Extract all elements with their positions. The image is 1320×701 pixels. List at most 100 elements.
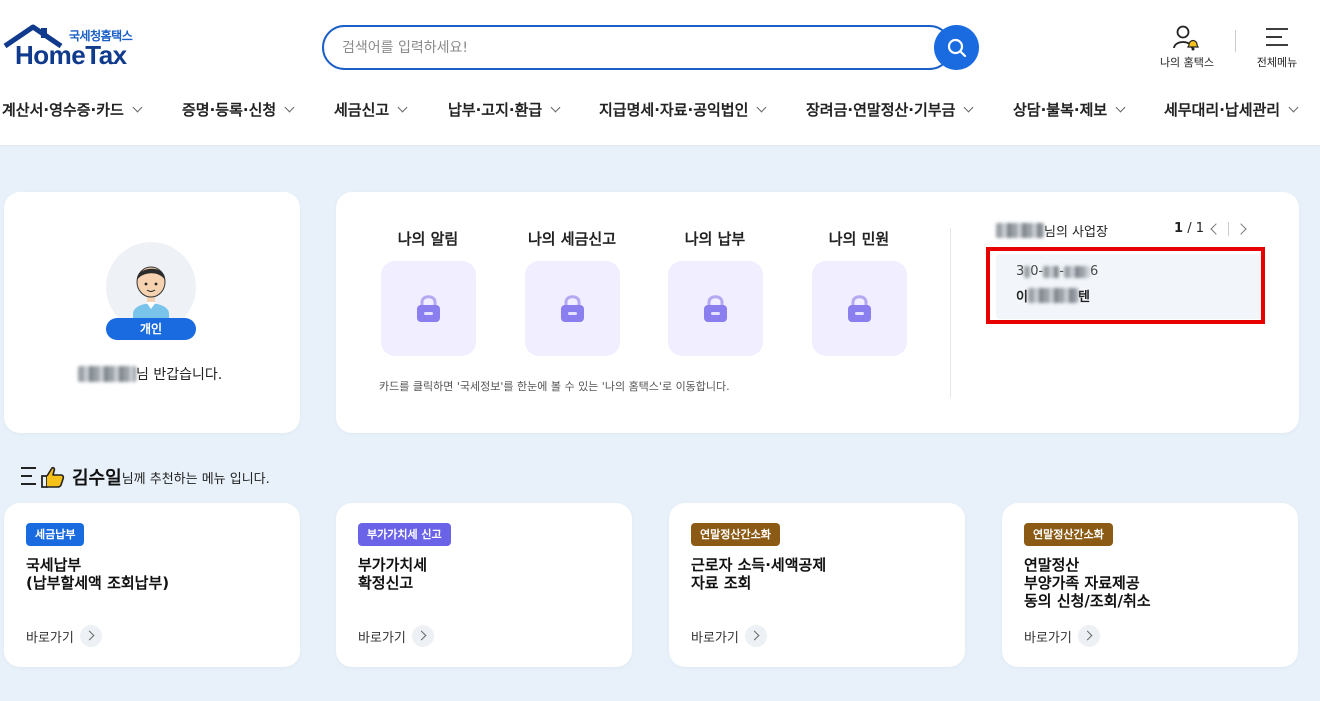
chevron-right-icon [1077,625,1100,647]
my-payments[interactable]: 나의 납부 [660,228,770,356]
my-notifications[interactable]: 나의 알림 [373,228,483,356]
nav-label: 상담·불복·제보 [1013,100,1108,119]
lock-icon [560,295,584,322]
nav-label: 세금신고 [334,100,390,119]
recommend-menu-icon [21,466,65,488]
recommend-card-tax-payment[interactable]: 세금납부 국세납부 (납부할세액 조회납부) 바로가기 [4,503,300,667]
business-pager: 1 / 1 [1174,221,1247,236]
my-item-title: 나의 알림 [397,230,459,248]
chevron-down-icon [963,102,974,112]
recommend-card-title: 연말정산 부양가족 자료제공 동의 신청/조회/취소 [1024,556,1151,610]
nav-label: 계산서·영수증·카드 [2,100,124,119]
search-button[interactable] [934,25,979,70]
page-total: / 1 [1187,221,1204,236]
my-item-title: 나의 납부 [684,230,746,248]
recommend-card-dependents[interactable]: 연말정산간소화 연말정산 부양가족 자료제공 동의 신청/조회/취소 바로가기 [1002,503,1298,667]
all-menu-label: 전체메뉴 [1256,56,1298,69]
profile-card: 개인 님 반갑습니다. [4,192,300,433]
goto-link[interactable]: 바로가기 [691,625,767,647]
chevron-left-icon[interactable] [1210,222,1222,235]
pager-divider [1227,221,1229,236]
recommend-card-deduction[interactable]: 연말정산간소화 근로자 소득·세액공제 자료 조회 바로가기 [669,503,965,667]
my-hometax-label: 나의 홈택스 [1159,56,1215,69]
highlight-box [986,247,1265,324]
page-current: 1 [1174,221,1184,236]
hometax-logo[interactable]: 국세청홈택스 HomeTax [3,24,143,72]
my-item-box[interactable] [667,261,763,356]
chevron-down-icon [132,102,143,112]
chevron-down-icon [397,102,408,112]
greeting-text: 님 반갑습니다. [78,364,222,384]
lock-icon [703,295,727,322]
search-icon [947,38,966,57]
category-tag: 부가가치세 신고 [358,523,451,546]
chevron-right-icon [744,625,767,647]
goto-label: 바로가기 [691,630,739,646]
nav-label: 세무대리·납세관리 [1164,100,1281,119]
masked-user-name [78,366,136,382]
nav-item-tax-return[interactable]: 세금신고 [334,96,408,122]
lock-icon [847,295,871,322]
chevron-down-icon [756,102,767,112]
nav-label: 증명·등록·신청 [182,100,277,119]
chevron-down-icon [1288,102,1299,112]
logo-title: HomeTax [15,40,127,70]
masked-owner-name [996,223,1044,238]
search-input[interactable] [342,37,902,59]
nav-item-certificate[interactable]: 증명·등록·신청 [182,96,295,122]
my-hometax-card: 나의 알림 나의 세금신고 나의 납부 나의 민원 카드를 클릭하면 '국세정보… [336,192,1299,433]
lock-icon [416,295,440,322]
recommend-user-name: 김수일 [72,468,122,489]
my-item-box[interactable] [811,261,907,356]
chevron-right-icon [411,625,434,647]
nav-item-consult[interactable]: 상담·불복·제보 [1013,96,1126,122]
hamburger-icon [1266,28,1288,46]
my-hometax-button[interactable]: 나의 홈택스 [1152,24,1222,72]
recommend-card-vat[interactable]: 부가가치세 신고 부가가치세 확정신고 바로가기 [336,503,632,667]
recommend-card-title: 국세납부 (납부할세액 조회납부) [26,556,170,592]
my-item-box[interactable] [524,261,620,356]
recommend-title: 김수일 님께 추천하는 메뉴 입니다. [20,464,270,490]
goto-link[interactable]: 바로가기 [1024,625,1100,647]
search-box [322,25,952,70]
nav-label: 장려금·연말정산·기부금 [806,100,956,119]
business-title: 님의 사업장 [996,221,1108,240]
category-tag: 연말정산간소화 [1024,523,1113,546]
category-tag: 연말정산간소화 [691,523,780,546]
my-hometax-hint: 카드를 클릭하면 '국세정보'를 한눈에 볼 수 있는 '나의 홈택스'로 이동… [379,380,730,393]
divider [950,228,951,398]
main-navigation: 계산서·영수증·카드 증명·등록·신청 세금신고 납부·고지·환급 지급명세·자… [0,96,1320,122]
nav-label: 지급명세·자료·공익법인 [599,100,749,119]
user-bell-icon [1173,25,1199,51]
goto-label: 바로가기 [1024,630,1072,646]
business-title-suffix: 님의 사업장 [1044,225,1108,240]
nav-label: 납부·고지·환급 [448,100,543,119]
chevron-down-icon [1115,102,1126,112]
nav-item-incentive[interactable]: 장려금·연말정산·기부금 [806,96,974,122]
greeting-suffix: 님 반갑습니다. [136,367,223,383]
user-type-badge: 개인 [106,318,196,340]
recommend-title-suffix: 님께 추천하는 메뉴 입니다. [121,471,270,487]
site-header: 국세청홈택스 HomeTax 나의 홈택스 전체메뉴 계산서·영수증·카드 증명… [0,0,1320,146]
chevron-right-icon[interactable] [1235,222,1247,235]
goto-link[interactable]: 바로가기 [358,625,434,647]
recommend-card-title: 근로자 소득·세액공제 자료 조회 [691,556,827,592]
all-menu-button[interactable]: 전체메뉴 [1250,24,1304,72]
my-item-box[interactable] [380,261,476,356]
goto-label: 바로가기 [26,630,74,646]
chevron-down-icon [284,102,295,112]
nav-item-tax-agent[interactable]: 세무대리·납세관리 [1164,96,1299,122]
goto-label: 바로가기 [358,630,406,646]
nav-item-statements[interactable]: 지급명세·자료·공익법인 [599,96,767,122]
chevron-down-icon [550,102,561,112]
my-tax-returns[interactable]: 나의 세금신고 [517,228,627,356]
nav-item-invoice[interactable]: 계산서·영수증·카드 [2,96,143,122]
my-item-title: 나의 세금신고 [527,230,617,248]
chevron-right-icon [79,625,102,647]
my-item-title: 나의 민원 [828,230,890,248]
my-civil-petitions[interactable]: 나의 민원 [804,228,914,356]
goto-link[interactable]: 바로가기 [26,625,102,647]
category-tag: 세금납부 [26,523,85,546]
nav-item-payment[interactable]: 납부·고지·환급 [448,96,561,122]
header-divider [1235,30,1236,52]
